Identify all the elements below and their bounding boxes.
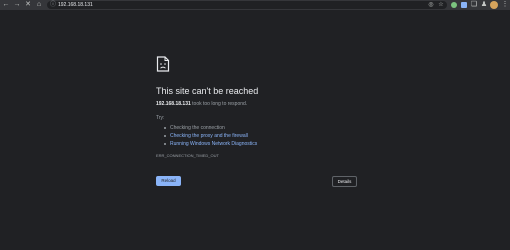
reload-button[interactable]: Reload xyxy=(156,176,181,186)
suggestion-check-connection: Checking the connection xyxy=(164,124,257,132)
kebab-menu-icon[interactable]: ⋮ xyxy=(501,0,509,10)
suggestion-network-diagnostics-link[interactable]: Running Windows Network Diagnostics xyxy=(164,140,257,148)
error-message-text: took too long to respond. xyxy=(192,101,248,107)
bookmark-star-icon[interactable]: ☆ xyxy=(437,0,445,10)
info-icon[interactable]: ⓘ xyxy=(50,1,56,9)
suggestions-list: Checking the connection Checking the pro… xyxy=(164,124,257,148)
error-message: 192.168.18.131 took too long to respond. xyxy=(156,101,247,108)
back-arrow-icon[interactable]: ← xyxy=(2,0,10,10)
url-text[interactable]: 192.168.18.131 xyxy=(58,1,93,9)
browser-toolbar: ← → ✕ ⌂ ⓘ 192.168.18.131 ◎ ☆ ❏ ♟ ⋮ xyxy=(0,0,510,10)
try-label: Try: xyxy=(156,115,165,121)
puzzle-icon[interactable]: ❏ xyxy=(470,0,478,10)
profile-icon[interactable]: ♟ xyxy=(480,0,488,10)
avatar[interactable] xyxy=(490,1,498,9)
close-icon[interactable]: ✕ xyxy=(24,0,32,10)
forward-arrow-icon[interactable]: → xyxy=(13,0,21,10)
details-button[interactable]: Details xyxy=(332,176,357,187)
home-icon[interactable]: ⌂ xyxy=(35,0,43,10)
share-icon[interactable]: ◎ xyxy=(427,0,435,10)
download-icon[interactable] xyxy=(461,2,467,8)
shield-icon[interactable] xyxy=(451,2,457,8)
sad-document-icon xyxy=(156,56,170,72)
error-code: ERR_CONNECTION_TIMED_OUT xyxy=(156,153,219,158)
error-title: This site can't be reached xyxy=(156,86,259,96)
error-host: 192.168.18.131 xyxy=(156,101,191,107)
address-bar[interactable]: ⓘ 192.168.18.131 ◎ ☆ xyxy=(47,1,447,9)
suggestion-check-proxy-link[interactable]: Checking the proxy and the firewall xyxy=(164,132,257,140)
